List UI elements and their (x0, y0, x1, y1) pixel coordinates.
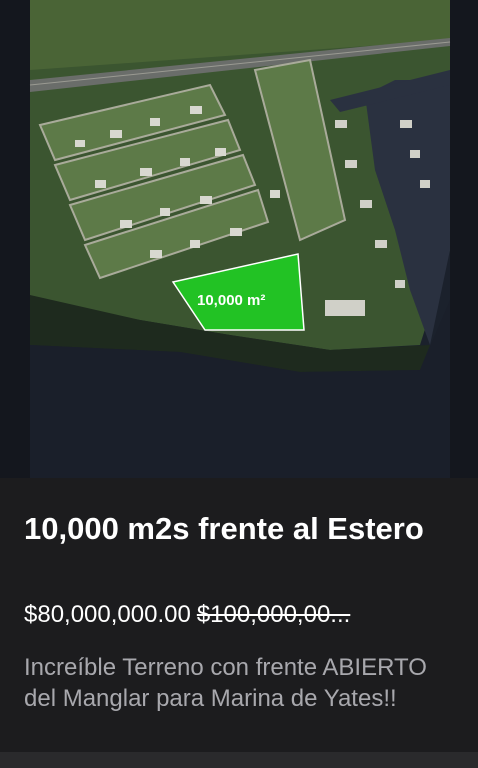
aerial-map-image: 10,000 m² (0, 0, 478, 478)
current-price: $80,000,000.00 (24, 601, 191, 628)
listing-description: Increíble Terreno con frente ABIERTO del… (24, 654, 427, 712)
bottom-bar (0, 752, 478, 768)
lot-area-label: 10,000 m² (197, 292, 265, 309)
listing-info: 10,000 m2s frente al Estero $80,000,000.… (0, 478, 478, 768)
price-row: $80,000,000.00 $100,000,00... (24, 600, 464, 630)
listing-title: 10,000 m2s frente al Estero (24, 511, 424, 546)
original-price: $100,000,00... (196, 601, 351, 628)
listing-photo[interactable]: 10,000 m² (0, 0, 478, 478)
